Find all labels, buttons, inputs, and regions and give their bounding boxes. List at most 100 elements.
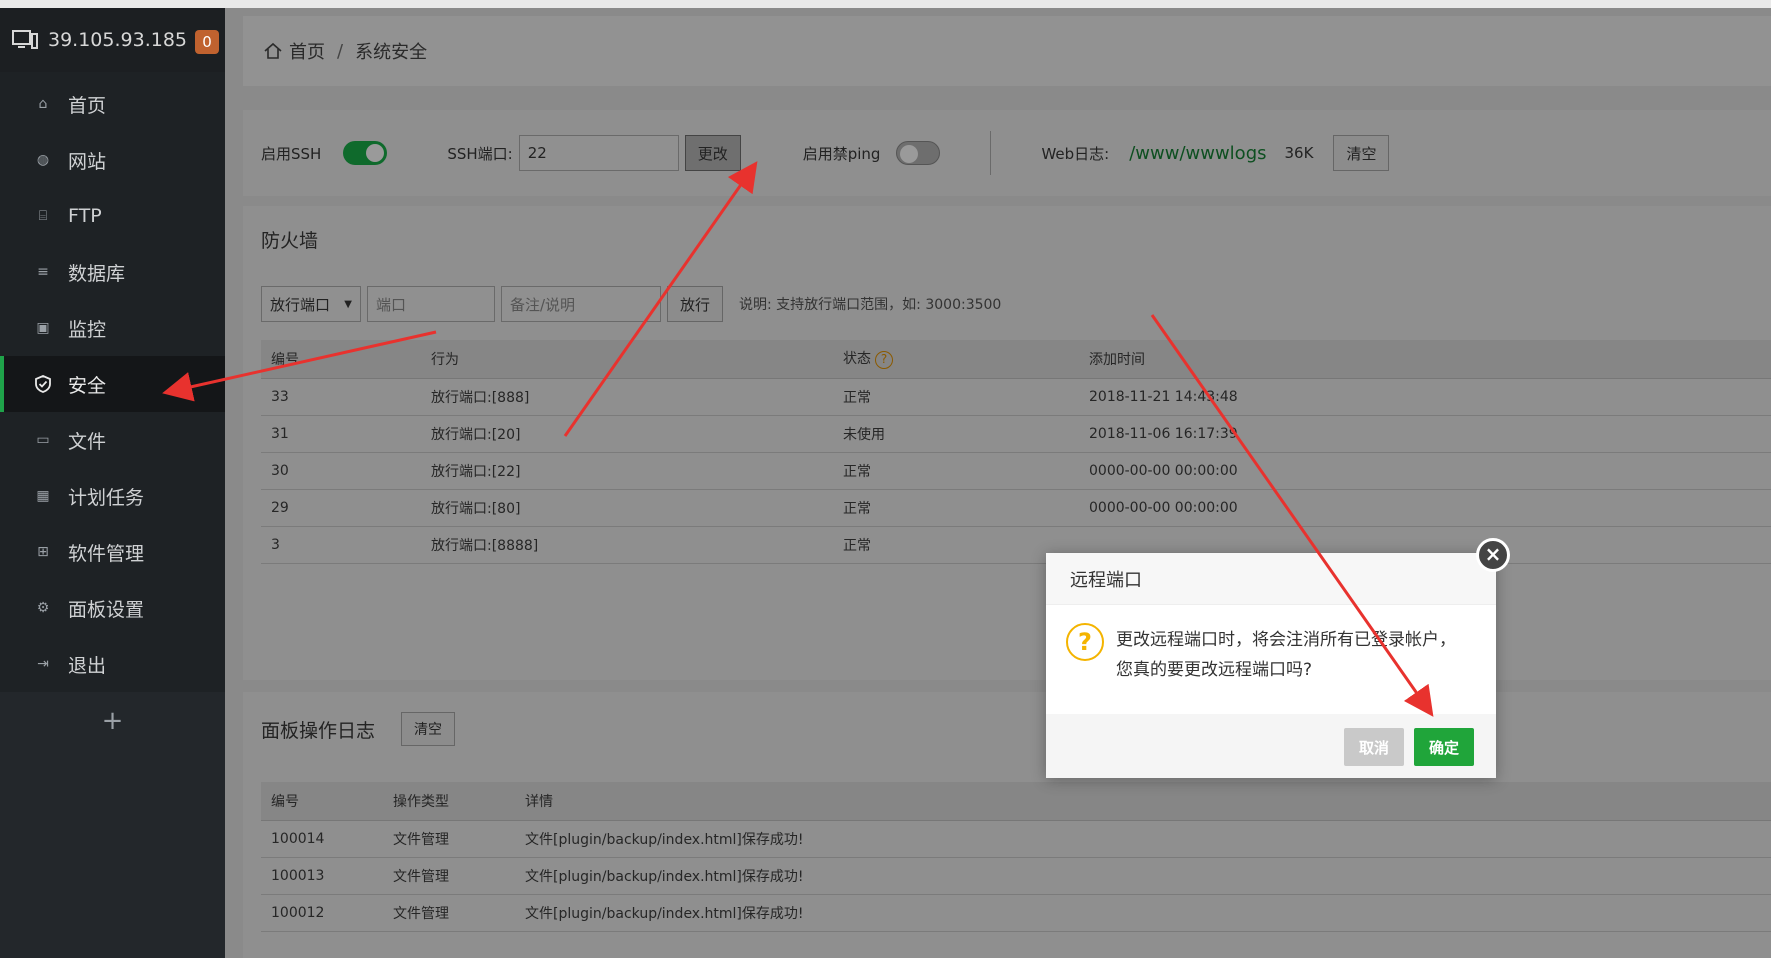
breadcrumb: 首页 / 系统安全 [243, 16, 1771, 86]
firewall-toolbar: 放行端口 ▼ 端口 备注/说明 放行 说明: 支持放行端口范围，如: 3000:3… [261, 286, 1001, 322]
cell-action: 放行端口:[22] [421, 452, 833, 490]
server-header: 39.105.93.185 0 [0, 8, 225, 72]
rule-type-select[interactable]: 放行端口 ▼ [261, 286, 361, 322]
breadcrumb-current: 系统安全 [355, 42, 428, 63]
add-shortcut-button[interactable]: + [0, 706, 225, 736]
dialog-message-line2: 您真的要更改远程端口吗? [1116, 660, 1313, 680]
breadcrumb-separator: / [337, 40, 344, 62]
clear-log-button[interactable]: 清空 [401, 712, 455, 746]
table-row: 100012 文件管理 文件[plugin/backup/index.html]保存… [261, 894, 1771, 932]
sidebar-item-software[interactable]: ⊞ 软件管理 [0, 524, 225, 580]
col-action: 行为 [421, 340, 833, 379]
rule-type-value: 放行端口 [270, 295, 331, 314]
dialog-title: 远程端口 [1046, 553, 1496, 605]
clear-weblog-button[interactable]: 清空 [1333, 135, 1390, 171]
globe-icon: ◍ [36, 152, 50, 168]
sidebar-item-label: 退出 [68, 654, 107, 677]
remote-port-dialog: 远程端口 ? 更改远程端口时，将会注消所有已登录帐户， 您真的要更改远程端口吗?… [1046, 553, 1496, 778]
cell-type: 文件管理 [383, 857, 515, 895]
table-row: 29 放行端口:[80] 正常 0000-00-00 00:00:00 [261, 489, 1771, 527]
log-panel: 面板操作日志 清空 编号 操作类型 详情 100014 文件管理 文件[plugin… [243, 692, 1771, 958]
sidebar-item-database[interactable]: ≡ 数据库 [0, 244, 225, 300]
cell-time: 0000-00-00 00:00:00 [1079, 489, 1771, 527]
sidebar-item-website[interactable]: ◍ 网站 [0, 132, 225, 188]
sidebar-item-monitor[interactable]: ▣ 监控 [0, 300, 225, 356]
ssh-port-input[interactable]: 22 [518, 135, 679, 171]
home-icon: ⌂ [38, 96, 48, 112]
table-row: 100014 文件管理 文件[plugin/backup/index.html]保存… [261, 820, 1771, 858]
change-port-button[interactable]: 更改 [684, 135, 741, 171]
shield-icon [34, 375, 52, 393]
table-header-row: 编号 行为 状态? 添加时间 [261, 340, 1771, 379]
divider [990, 131, 992, 175]
confirm-button[interactable]: 确定 [1414, 728, 1474, 766]
weblog-path-link[interactable]: /www/wwwlogs [1129, 143, 1266, 164]
logout-icon: ⇥ [37, 656, 49, 672]
dialog-body: ? 更改远程端口时，将会注消所有已登录帐户， 您真的要更改远程端口吗? [1066, 623, 1456, 685]
sidebar-item-label: 安全 [68, 374, 107, 397]
dialog-footer: 取消 确定 [1046, 714, 1496, 778]
note-input[interactable]: 备注/说明 [501, 286, 661, 322]
cell-id: 100013 [261, 857, 383, 895]
allow-port-button[interactable]: 放行 [667, 286, 724, 322]
port-input[interactable]: 端口 [367, 286, 495, 322]
sidebar-item-label: FTP [68, 205, 102, 227]
cell-time: 2018-11-21 14:43:48 [1079, 378, 1771, 416]
ftp-icon: ⌸ [38, 208, 48, 224]
firewall-hint: 说明: 支持放行端口范围，如: 3000:3500 [739, 297, 1002, 313]
sidebar-item-files[interactable]: ▭ 文件 [0, 412, 225, 468]
bookmarks-bar [0, 0, 1771, 8]
sidebar-item-settings[interactable]: ⚙ 面板设置 [0, 580, 225, 636]
ssh-enable-label: 启用SSH [261, 144, 322, 163]
message-badge[interactable]: 0 [195, 30, 219, 54]
col-time: 添加时间 [1079, 340, 1771, 379]
sidebar-item-label: 文件 [68, 430, 107, 453]
cell-id: 29 [261, 489, 421, 527]
cell-action: 放行端口:[20] [421, 415, 833, 453]
weblog-label: Web日志: [1041, 144, 1110, 163]
ping-toggle[interactable] [896, 141, 941, 165]
main-content: 首页 / 系统安全 启用SSH SSH端口: 22 更改 启用禁ping Web… [225, 8, 1771, 958]
sidebar-item-logout[interactable]: ⇥ 退出 [0, 636, 225, 692]
cell-time: 2018-11-06 16:17:39 [1079, 415, 1771, 453]
cancel-button[interactable]: 取消 [1344, 728, 1404, 766]
sidebar-item-label: 软件管理 [68, 542, 145, 565]
home-icon [264, 42, 282, 59]
monitor-chart-icon: ▣ [36, 320, 50, 336]
sidebar-item-cron[interactable]: ▦ 计划任务 [0, 468, 225, 524]
sidebar-item-security[interactable]: 安全 [0, 356, 225, 412]
server-ip: 39.105.93.185 [48, 29, 188, 51]
table-row: 30 放行端口:[22] 正常 0000-00-00 00:00:00 [261, 452, 1771, 490]
help-icon[interactable]: ? [875, 351, 893, 370]
log-title: 面板操作日志 [261, 720, 376, 742]
ping-label: 启用禁ping [802, 144, 881, 163]
caret-down-icon: ▼ [344, 298, 352, 310]
question-icon: ? [1066, 623, 1104, 661]
sidebar-item-ftp[interactable]: ⌸ FTP [0, 188, 225, 244]
ssh-toggle[interactable] [343, 141, 388, 165]
sidebar-item-label: 首页 [68, 94, 107, 117]
port-placeholder: 端口 [376, 295, 407, 314]
close-icon[interactable]: × [1476, 538, 1510, 572]
cell-detail: 文件[plugin/backup/index.html]保存成功! [515, 857, 1771, 895]
calendar-icon: ▦ [36, 488, 50, 504]
sidebar-item-home[interactable]: ⌂ 首页 [0, 76, 225, 132]
cell-id: 100012 [261, 894, 383, 932]
breadcrumb-home[interactable]: 首页 [289, 38, 325, 64]
cell-detail: 文件[plugin/backup/index.html]保存成功! [515, 820, 1771, 858]
col-log-detail: 详情 [515, 782, 1771, 821]
apps-grid-icon: ⊞ [37, 544, 49, 560]
col-log-id: 编号 [261, 782, 383, 821]
firewall-panel: 防火墙 放行端口 ▼ 端口 备注/说明 放行 说明: 支持放行端口范围，如: 30… [243, 206, 1771, 680]
cell-id: 30 [261, 452, 421, 490]
sidebar-item-label: 计划任务 [68, 486, 145, 509]
cell-status: 正常 [833, 489, 1079, 527]
col-id: 编号 [261, 340, 421, 379]
sidebar-nav: ⌂ 首页 ◍ 网站 ⌸ FTP ≡ 数据库 ▣ 监控 安全 ▭ 文件 ▦ 计划任务 ⊞ 软件管理… [0, 72, 225, 692]
table-row: 31 放行端口:[20] 未使用 2018-11-06 16:17:39 [261, 415, 1771, 453]
ssh-panel: 启用SSH SSH端口: 22 更改 启用禁ping Web日志: /www/w… [243, 110, 1771, 196]
monitor-icon [12, 30, 38, 49]
cell-type: 文件管理 [383, 820, 515, 858]
database-icon: ≡ [37, 264, 49, 280]
table-row: 100013 文件管理 文件[plugin/backup/index.html]保存… [261, 857, 1771, 895]
